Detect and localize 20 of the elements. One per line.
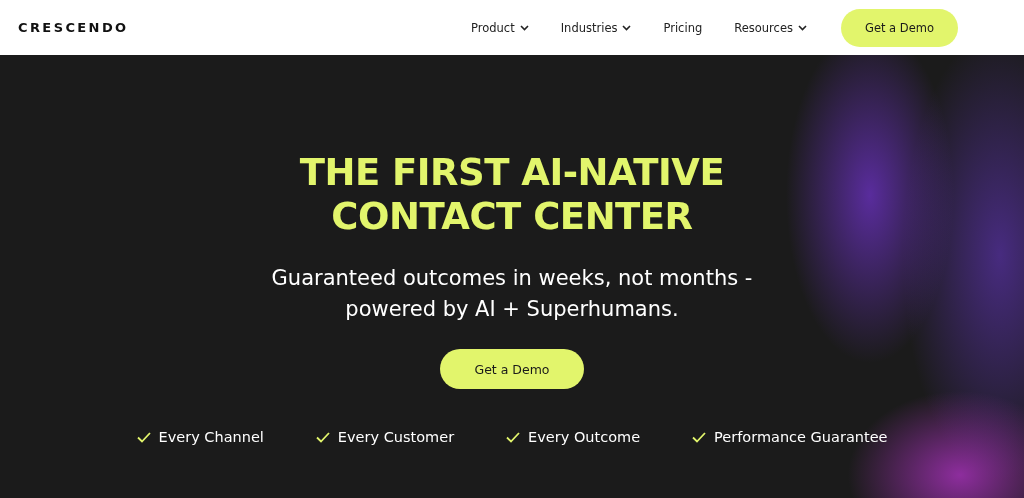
checkmark-icon <box>506 431 521 443</box>
checkmark-icon <box>315 431 330 443</box>
nav-link[interactable]: Industries <box>560 20 632 35</box>
chevron-down-icon <box>622 24 632 31</box>
checkmark-icon <box>136 431 151 443</box>
feature-label: Every Customer <box>337 429 455 445</box>
chevron-down-icon <box>797 24 807 31</box>
headline: THE FIRST AI-NATIVE CONTACT CENTER <box>299 151 725 239</box>
checkmark-icon <box>692 431 707 443</box>
nav-link[interactable]: Product <box>471 20 529 35</box>
nav-link[interactable]: Pricing <box>663 20 703 35</box>
feature-label: Performance Guarantee <box>714 429 888 445</box>
feature-label: Every Outcome <box>528 429 641 445</box>
subtitle: Guaranteed outcomes in weeks, not months - powered by AI + Superhumans. <box>271 265 753 323</box>
get-demo-button[interactable]: Get a Demo <box>440 349 584 389</box>
chevron-down-icon <box>519 24 529 31</box>
get-demo-button[interactable]: Get a Demo <box>840 8 958 47</box>
nav-link[interactable]: Resources <box>734 20 807 35</box>
logo[interactable]: CRESCENDO <box>18 20 129 35</box>
feature-label: Every Channel <box>158 429 264 445</box>
